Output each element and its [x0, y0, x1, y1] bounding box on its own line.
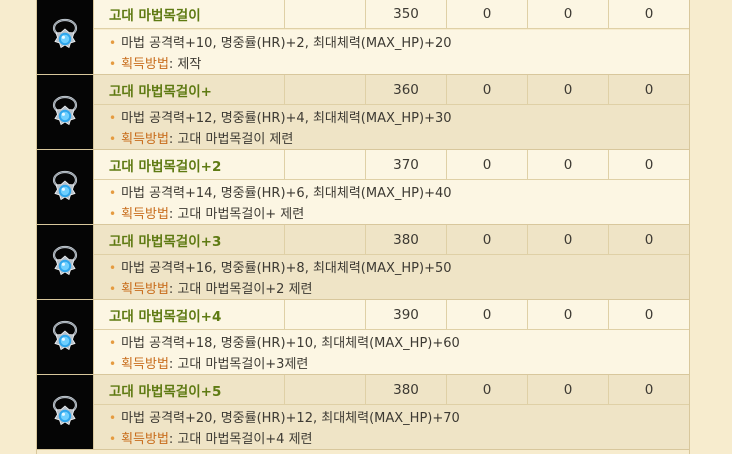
- item-value-2: 0: [528, 75, 609, 104]
- item-name: 고대 마법목걸이: [94, 0, 285, 28]
- acquire-value: : 고대 마법목걸이+4 제련: [168, 432, 313, 447]
- item-description: • 마법 공격력+20, 명중률(HR)+12, 최대체력(MAX_HP)+70 …: [94, 405, 689, 449]
- necklace-icon: [45, 167, 85, 207]
- item-header: 고대 마법목걸이+3 380 0 0 0: [94, 225, 689, 255]
- bullet-icon: •: [109, 36, 117, 50]
- item-stats: 마법 공격력+20, 명중률(HR)+12, 최대체력(MAX_HP)+70: [121, 411, 460, 426]
- necklace-icon: [45, 317, 85, 357]
- item-value-3: 0: [644, 81, 654, 98]
- bullet-icon: •: [109, 132, 117, 146]
- bullet-icon: •: [109, 261, 117, 275]
- bullet-icon: •: [109, 357, 117, 371]
- item-row: 고대 마법목걸이+ 360 0 0 0 • 마법 공격력+12, 명중률(HR)+…: [37, 75, 689, 150]
- item-name: 고대 마법목걸이+4: [94, 300, 285, 329]
- item-stats: 마법 공격력+14, 명중률(HR)+6, 최대체력(MAX_HP)+40: [121, 186, 452, 201]
- item-value-1: 0: [447, 375, 528, 404]
- item-stats: 마법 공격력+12, 명중률(HR)+4, 최대체력(MAX_HP)+30: [121, 111, 452, 126]
- acquire-label: 획득방법: [121, 132, 169, 147]
- item-level: 350: [366, 0, 447, 28]
- item-description: • 마법 공격력+14, 명중률(HR)+6, 최대체력(MAX_HP)+40 •…: [94, 180, 689, 224]
- item-row: 고대 마법목걸이+3 380 0 0 0 • 마법 공격력+16, 명중률(HR)…: [37, 225, 689, 300]
- item-description: • 마법 공격력+18, 명중률(HR)+10, 최대체력(MAX_HP)+60 …: [94, 330, 689, 374]
- item-value-3: 0: [644, 381, 654, 398]
- empty-cell: [285, 75, 366, 104]
- item-stats: 마법 공격력+16, 명중률(HR)+8, 최대체력(MAX_HP)+50: [121, 261, 452, 276]
- empty-cell: [285, 375, 366, 404]
- bullet-icon: •: [109, 111, 117, 125]
- item-value-2: 0: [528, 225, 609, 254]
- item-table: 고대 마법목걸이 350 0 0 0 • 마법 공격력+10, 명중률(HR)+2…: [36, 0, 690, 454]
- item-value-2: 0: [528, 0, 609, 28]
- item-description: • 마법 공격력+10, 명중률(HR)+2, 최대체력(MAX_HP)+20 •…: [94, 30, 689, 74]
- acquire-label: 획득방법: [121, 207, 169, 222]
- item-header: 고대 마법목걸이+ 360 0 0 0: [94, 75, 689, 105]
- necklace-icon: [45, 392, 85, 432]
- item-value-2: 0: [528, 150, 609, 179]
- bullet-icon: •: [109, 186, 117, 200]
- item-icon-cell: [37, 225, 94, 299]
- item-header: 고대 마법목걸이+4 390 0 0 0: [94, 300, 689, 330]
- item-row: 고대 마법목걸이+5 380 0 0 0 • 마법 공격력+20, 명중률(HR)…: [37, 375, 689, 450]
- item-row: 고대 마법목걸이+2 370 0 0 0 • 마법 공격력+14, 명중률(HR)…: [37, 150, 689, 225]
- item-value-2: 0: [528, 300, 609, 329]
- empty-cell: [285, 225, 366, 254]
- item-icon-cell: [37, 375, 94, 449]
- item-value-3: 0: [644, 306, 654, 323]
- empty-cell: [285, 0, 366, 28]
- item-value-1: 0: [447, 150, 528, 179]
- acquire-label: 획득방법: [121, 282, 169, 297]
- item-name: 고대 마법목걸이+2: [94, 150, 285, 179]
- item-header: 고대 마법목걸이 350 0 0 0: [94, 0, 689, 29]
- item-header: 고대 마법목걸이+2 370 0 0 0: [94, 150, 689, 180]
- item-stats: 마법 공격력+10, 명중률(HR)+2, 최대체력(MAX_HP)+20: [121, 36, 452, 51]
- item-header: 고대 마법목걸이+5 380 0 0 0: [94, 375, 689, 405]
- item-level: 390: [366, 300, 447, 329]
- empty-cell: [285, 150, 366, 179]
- bullet-icon: •: [109, 411, 117, 425]
- item-value-3: 0: [644, 231, 654, 248]
- item-description: • 마법 공격력+12, 명중률(HR)+4, 최대체력(MAX_HP)+30 •…: [94, 105, 689, 149]
- item-icon-cell: [37, 300, 94, 374]
- item-level: 360: [366, 75, 447, 104]
- item-name: 고대 마법목걸이+3: [94, 225, 285, 254]
- item-row: 고대 마법목걸이+4 390 0 0 0 • 마법 공격력+18, 명중률(HR)…: [37, 300, 689, 375]
- item-icon-cell: [37, 0, 94, 74]
- acquire-value: : 고대 마법목걸이+2 제련: [168, 282, 313, 297]
- bullet-icon: •: [109, 57, 117, 71]
- bullet-icon: •: [109, 432, 117, 446]
- necklace-icon: [45, 242, 85, 282]
- bullet-icon: •: [109, 282, 117, 296]
- necklace-icon: [45, 92, 85, 132]
- item-icon-cell: [37, 150, 94, 224]
- acquire-value: : 제작: [168, 57, 202, 72]
- item-description: • 마법 공격력+16, 명중률(HR)+8, 최대체력(MAX_HP)+50 •…: [94, 255, 689, 299]
- necklace-icon: [45, 15, 85, 55]
- item-stats: 마법 공격력+18, 명중률(HR)+10, 최대체력(MAX_HP)+60: [121, 336, 460, 351]
- item-level: 380: [366, 225, 447, 254]
- item-value-3: 0: [644, 6, 654, 22]
- acquire-value: : 고대 마법목걸이+ 제련: [168, 207, 305, 222]
- acquire-label: 획득방법: [121, 432, 169, 447]
- item-value-2: 0: [528, 375, 609, 404]
- acquire-label: 획득방법: [121, 57, 169, 72]
- item-level: 370: [366, 150, 447, 179]
- item-value-1: 0: [447, 0, 528, 28]
- item-value-1: 0: [447, 225, 528, 254]
- acquire-value: : 고대 마법목걸이 제련: [168, 132, 294, 147]
- acquire-value: : 고대 마법목걸이+3제련: [168, 357, 309, 372]
- empty-cell: [285, 300, 366, 329]
- item-level: 380: [366, 375, 447, 404]
- item-value-3: 0: [644, 156, 654, 173]
- item-name: 고대 마법목걸이+: [94, 75, 285, 104]
- item-value-1: 0: [447, 300, 528, 329]
- item-row: 고대 마법목걸이 350 0 0 0 • 마법 공격력+10, 명중률(HR)+2…: [37, 0, 689, 75]
- item-name: 고대 마법목걸이+5: [94, 375, 285, 404]
- bullet-icon: •: [109, 336, 117, 350]
- bullet-icon: •: [109, 207, 117, 221]
- acquire-label: 획득방법: [121, 357, 169, 372]
- item-icon-cell: [37, 75, 94, 149]
- item-value-1: 0: [447, 75, 528, 104]
